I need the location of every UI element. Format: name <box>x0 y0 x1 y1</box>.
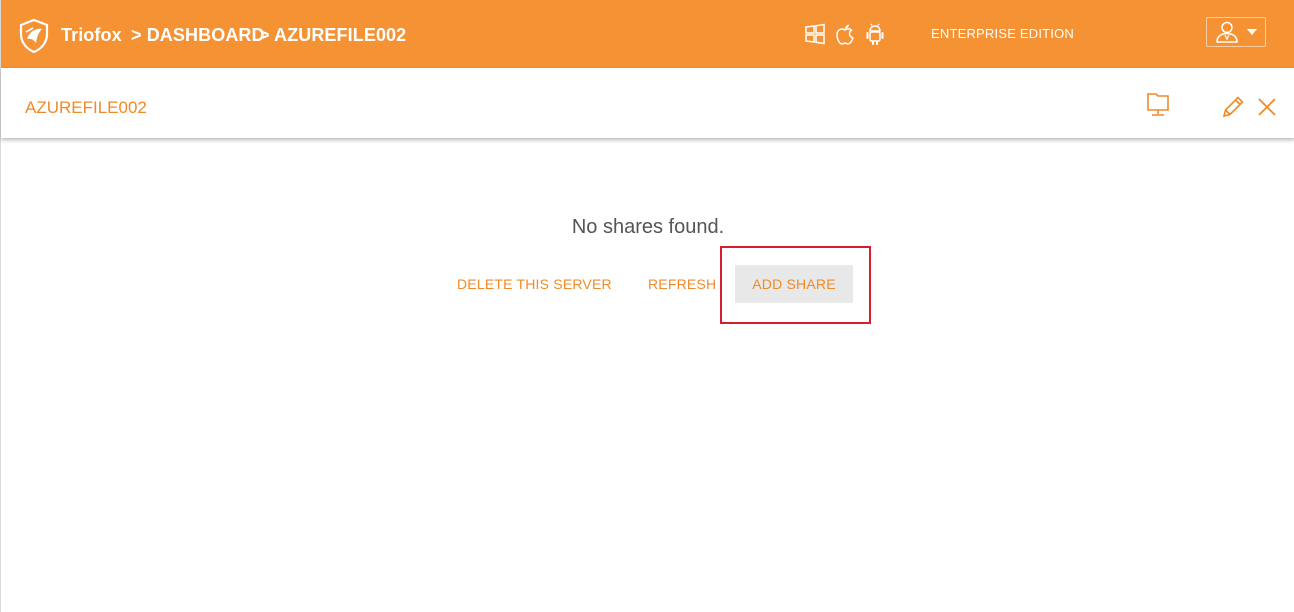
triofox-shield-logo-icon[interactable] <box>18 19 50 53</box>
refresh-button[interactable]: REFRESH <box>648 265 716 303</box>
apple-icon[interactable] <box>834 22 856 46</box>
platform-downloads <box>804 21 886 47</box>
app-window: Triofox > DASHBOARD > AZUREFILE002 ENTER… <box>0 0 1294 612</box>
user-icon <box>1216 21 1238 43</box>
server-shares-body: No shares found. DELETE THIS SERVER REFR… <box>1 138 1294 612</box>
server-title: AZUREFILE002 <box>25 98 147 117</box>
user-menu-button[interactable] <box>1206 17 1266 47</box>
breadcrumb-dashboard[interactable]: > DASHBOARD <box>131 25 265 46</box>
caret-down-icon <box>1247 29 1257 35</box>
empty-state-message: No shares found. <box>571 216 725 238</box>
edit-pencil-icon[interactable] <box>1220 94 1246 120</box>
brand-name[interactable]: Triofox <box>61 25 122 46</box>
close-icon[interactable] <box>1256 96 1278 118</box>
add-share-button[interactable]: ADD SHARE <box>735 265 853 303</box>
delete-server-button[interactable]: DELETE THIS SERVER <box>457 265 612 303</box>
edition-label: ENTERPRISE EDITION <box>931 26 1075 41</box>
top-navbar: Triofox > DASHBOARD > AZUREFILE002 ENTER… <box>1 0 1294 68</box>
monitor-icon[interactable] <box>1145 91 1171 119</box>
server-panel-header: AZUREFILE002 <box>1 68 1294 138</box>
android-icon[interactable] <box>864 22 886 46</box>
windows-icon[interactable] <box>804 22 826 46</box>
breadcrumb-current-server: > AZUREFILE002 <box>259 25 407 45</box>
